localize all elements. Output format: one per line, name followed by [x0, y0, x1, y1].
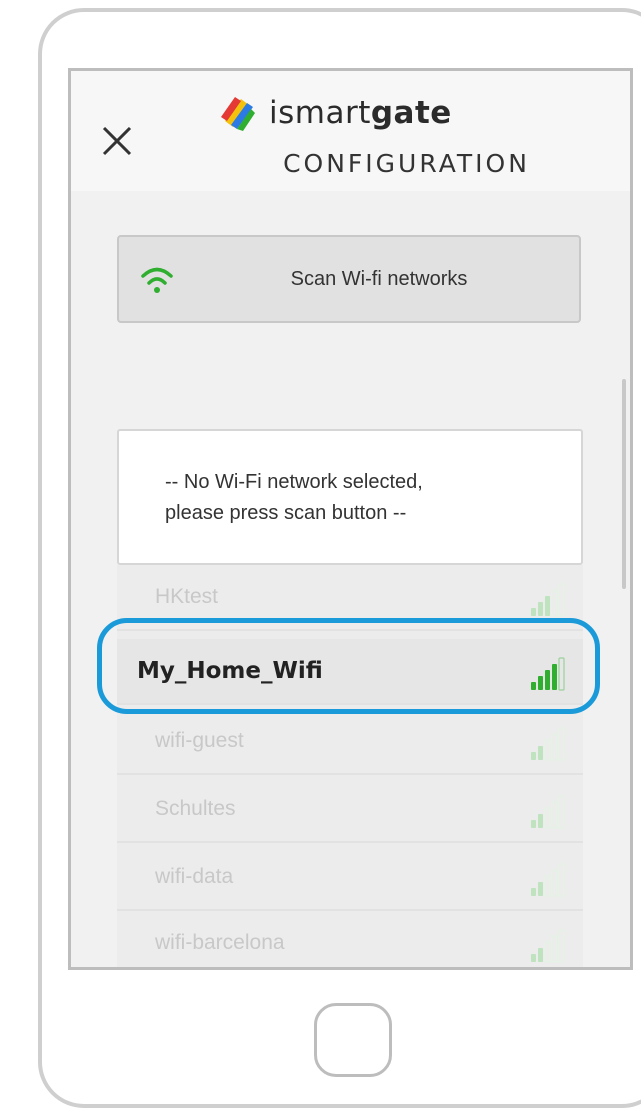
signal-strength-icon: [531, 863, 565, 897]
notice-line-2: please press scan button --: [165, 502, 407, 524]
network-name: Schultes: [155, 797, 236, 820]
ismartgate-logo: ismartgate: [219, 93, 452, 133]
network-name: HKtest: [155, 585, 219, 608]
page-title: CONFIGURATION: [283, 149, 530, 178]
scan-wifi-button[interactable]: Scan Wi-fi networks: [117, 235, 581, 323]
network-name: wifi-data: [155, 865, 234, 888]
logo-mark-icon: [221, 97, 255, 131]
network-item[interactable]: wifi-data: [117, 845, 583, 911]
app-screen: ismartgate CONFIGURATION Scan Wi-fi netw…: [68, 68, 633, 970]
signal-strength-icon: [531, 795, 565, 829]
signal-strength-icon: [531, 929, 565, 963]
network-item[interactable]: HKtest: [117, 565, 583, 631]
scrollbar[interactable]: [622, 379, 626, 589]
network-item[interactable]: wifi-barcelona: [117, 911, 583, 967]
signal-strength-icon: [531, 583, 565, 617]
network-status-notice: -- No Wi-Fi network selected, please pre…: [117, 429, 583, 565]
network-name: My_Home_Wifi: [137, 658, 323, 684]
network-item-selected[interactable]: My_Home_Wifi: [117, 639, 583, 705]
signal-strength-icon: [531, 727, 565, 761]
network-item[interactable]: wifi-guest: [117, 709, 583, 775]
signal-strength-icon: [531, 657, 565, 691]
wifi-icon: [141, 267, 173, 293]
network-name: wifi-barcelona: [155, 931, 285, 954]
header: ismartgate CONFIGURATION: [71, 71, 630, 191]
notice-line-1: -- No Wi-Fi network selected,: [165, 471, 423, 493]
network-item[interactable]: Schultes: [117, 777, 583, 843]
logo-text: ismartgate: [269, 95, 452, 131]
network-list: HKtest My_Home_Wifi wifi-guest Schultes …: [117, 565, 583, 967]
scan-button-label: Scan Wi-fi networks: [290, 267, 468, 290]
home-button[interactable]: [314, 1003, 392, 1077]
network-name: wifi-guest: [155, 729, 244, 752]
